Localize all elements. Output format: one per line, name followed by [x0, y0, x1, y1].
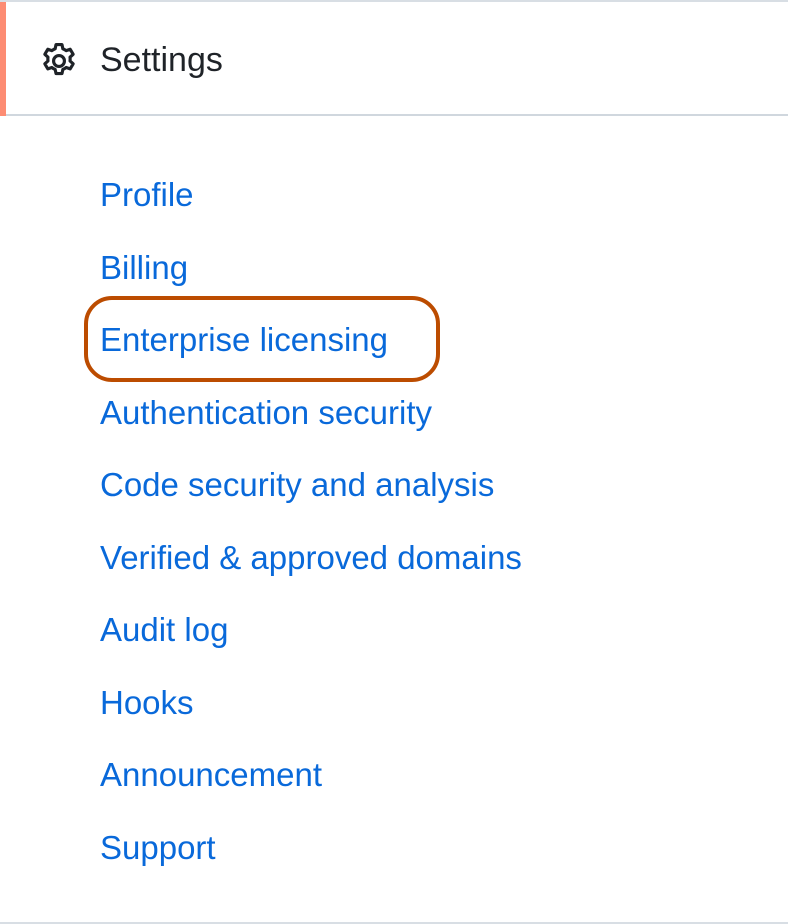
- settings-panel: Settings Profile Billing Enterprise lice…: [0, 0, 788, 924]
- nav-item-announcement[interactable]: Announcement: [100, 754, 322, 796]
- nav-item-verified-domains[interactable]: Verified & approved domains: [100, 537, 522, 579]
- nav-item-authentication-security[interactable]: Authentication security: [100, 392, 432, 434]
- nav-item-audit-log[interactable]: Audit log: [100, 609, 228, 651]
- nav-item-hooks[interactable]: Hooks: [100, 682, 194, 724]
- settings-header[interactable]: Settings: [0, 2, 788, 116]
- nav-item-code-security-analysis[interactable]: Code security and analysis: [100, 464, 494, 506]
- page-title: Settings: [100, 41, 223, 79]
- nav-item-billing[interactable]: Billing: [100, 247, 188, 289]
- nav-item-profile[interactable]: Profile: [100, 174, 194, 216]
- highlight-outline: [84, 296, 440, 382]
- nav-item-support[interactable]: Support: [100, 827, 216, 869]
- gear-icon: [38, 40, 80, 82]
- active-accent-bar: [0, 2, 6, 116]
